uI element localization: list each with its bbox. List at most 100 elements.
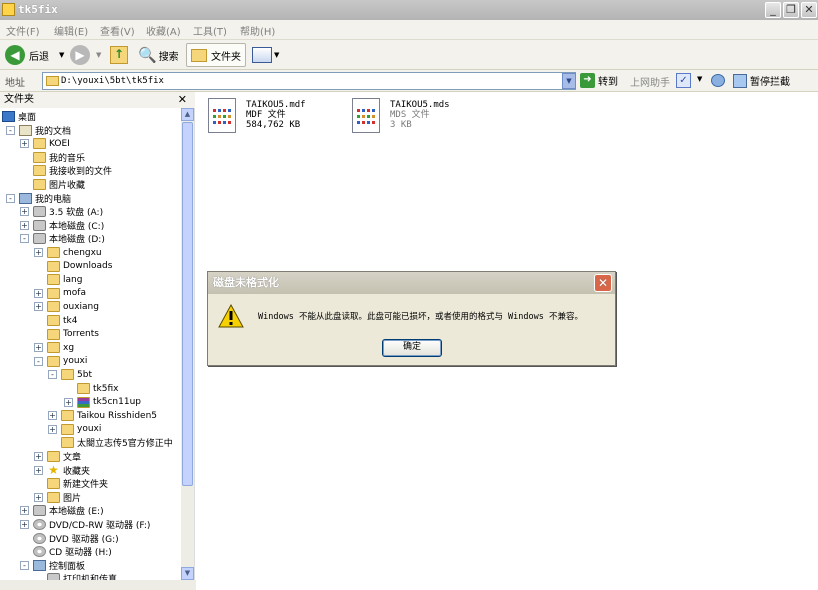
collapse-icon[interactable]: - [6,193,15,203]
tree-node[interactable]: + tk5cn11up [64,396,141,409]
mdf-file-icon [208,98,236,133]
tree-node[interactable]: - 5bt [48,368,92,381]
dialog-close-button[interactable]: ✕ [594,274,612,292]
tree-node[interactable]: lang [34,273,82,286]
tree-node[interactable]: - 我的文档 [6,124,71,137]
menu-favorites[interactable]: 收藏(A) [146,23,181,38]
expand-icon[interactable]: + [48,424,57,434]
tree-node[interactable]: 打印机和传真 [34,572,117,580]
tree-node[interactable]: + mofa [34,287,86,300]
tree-node[interactable]: + 图片 [34,491,81,504]
views-button[interactable]: ▼ [252,43,279,67]
collapse-icon[interactable]: - [20,560,29,570]
expand-icon[interactable]: + [48,411,57,421]
tree-node-label: 本地磁盘 (D:) [49,235,105,246]
scrollbar[interactable]: ▲ ▼ [181,108,194,580]
collapse-icon[interactable]: - [6,125,15,135]
expand-icon[interactable]: + [34,343,43,353]
tree-node[interactable]: + ouxiang [34,300,99,313]
tree-node-label: 我的电脑 [35,194,72,205]
address-label: 地址 [5,78,25,89]
expand-icon[interactable]: + [20,139,29,149]
mds-file-icon [352,98,380,133]
tree-node[interactable]: - 控制面板 [20,559,85,572]
tree-node[interactable]: +3.5 软盘 (A:) [20,205,103,218]
expand-icon[interactable]: + [34,452,43,461]
back-button[interactable]: ◀ 后退 ▼ [5,43,64,67]
menu-edit[interactable]: 编辑(E) [54,23,88,38]
tree-node[interactable]: + Taikou Risshiden5 [48,409,157,422]
checkbox-icon[interactable]: ✓ [676,73,691,88]
chevron-down-icon[interactable]: ▼ [697,75,702,83]
expand-icon[interactable]: + [20,520,29,529]
menu-help[interactable]: 帮助(H) [240,23,275,38]
tree-node[interactable]: + 本地磁盘 (C:) [20,219,104,232]
file-item[interactable]: TAIKOU5.mdf MDF 文件 584,762 KB [200,96,350,138]
tree-node[interactable]: + DVD/CD-RW 驱动器 (F:) [20,518,150,531]
expand-icon[interactable]: + [34,302,43,312]
tree-node[interactable]: 我接收到的文件 [20,164,112,177]
address-dropdown-button[interactable]: ▼ [562,73,576,89]
menu-file[interactable]: 文件(F) [6,23,40,38]
forward-button[interactable]: ▶ ▼ [70,43,101,67]
collapse-icon[interactable]: - [34,356,43,366]
expand-icon[interactable]: + [20,207,29,217]
tree-node[interactable]: 桌面 [2,110,36,123]
tree-node[interactable]: - 我的电脑 [6,192,71,205]
scroll-up-icon[interactable]: ▲ [181,108,194,121]
scroll-thumb[interactable] [182,122,193,486]
expand-icon[interactable]: + [34,288,43,298]
tree-node[interactable]: + 文章 [34,450,81,463]
scroll-down-icon[interactable]: ▼ [181,567,194,580]
tree-node[interactable]: + KOEI [20,137,70,150]
expand-icon[interactable]: + [34,492,43,502]
tree-node[interactable]: + chengxu [34,246,102,259]
tree-node[interactable]: - youxi [34,355,87,368]
tree-node[interactable]: 我的音乐 [20,151,85,164]
expand-icon[interactable]: + [20,506,29,516]
tree-node[interactable]: 新建文件夹 [34,477,108,490]
dialog-title-bar[interactable]: 磁盘未格式化 ✕ [208,272,615,294]
maximize-button[interactable]: ❐ [783,2,799,18]
search-button[interactable]: 🔍 搜索 [138,43,179,67]
tree-node[interactable]: DVD 驱动器 (G:) [20,532,119,545]
expand-icon[interactable]: + [34,465,43,475]
tree-node[interactable]: CD 驱动器 (H:) [20,545,112,558]
helper-icon[interactable] [711,74,725,87]
tree-node[interactable]: tk5fix [64,382,118,395]
title-bar[interactable]: tk5fix _ ❐ ✕ [0,0,818,20]
tree-node[interactable]: + youxi [48,423,101,436]
tree-node[interactable]: + ★ 收藏夹 [34,464,90,477]
menu-tools[interactable]: 工具(T) [193,23,227,38]
status-strip [0,580,196,590]
expand-icon[interactable]: + [64,397,73,407]
tree-node[interactable]: 图片收藏 [20,178,85,191]
tree-node[interactable]: Torrents [34,328,99,341]
tree-node[interactable]: + 本地磁盘 (E:) [20,504,104,517]
close-button[interactable]: ✕ [801,2,817,18]
tree-node[interactable]: tk4 [34,314,77,327]
ok-button[interactable]: 确定 [382,339,442,357]
file-item[interactable]: TAIKOU5.mds MDS 文件 3 KB [344,96,494,138]
collapse-icon[interactable]: - [20,234,29,244]
expand-icon[interactable]: + [20,220,29,230]
tree-node[interactable]: + xg [34,341,74,354]
folders-label: 文件夹 [211,51,241,63]
folders-button[interactable]: 文件夹 [186,43,246,67]
tree-node[interactable]: Downloads [34,260,112,273]
close-icon[interactable]: ✕ [178,92,187,107]
up-button[interactable]: ↑ [110,43,128,67]
go-button[interactable]: ➜ 转到 [580,73,618,88]
expand-icon[interactable]: + [34,248,43,257]
block-button[interactable]: 暂停拦截 [733,73,790,88]
minimize-button[interactable]: _ [765,2,781,18]
tree-node[interactable]: - 本地磁盘 (D:) [20,232,105,245]
menu-view[interactable]: 查看(V) [100,23,135,38]
tree-node[interactable]: 太閤立志传5官方修正中 [48,436,173,449]
file-type: MDF 文件 [246,110,286,120]
helper-label[interactable]: 上网助手 [630,74,670,89]
address-input[interactable]: D:\youxi\5bt\tk5fix [42,72,576,90]
folder-icon [46,76,59,86]
folder-tree: 桌面 - 我的文档 + KOEI 我的音乐 我接收到的文件 图片收藏 - 我的电脑 +3.5 软盘 … [0,108,181,580]
collapse-icon[interactable]: - [48,370,57,380]
